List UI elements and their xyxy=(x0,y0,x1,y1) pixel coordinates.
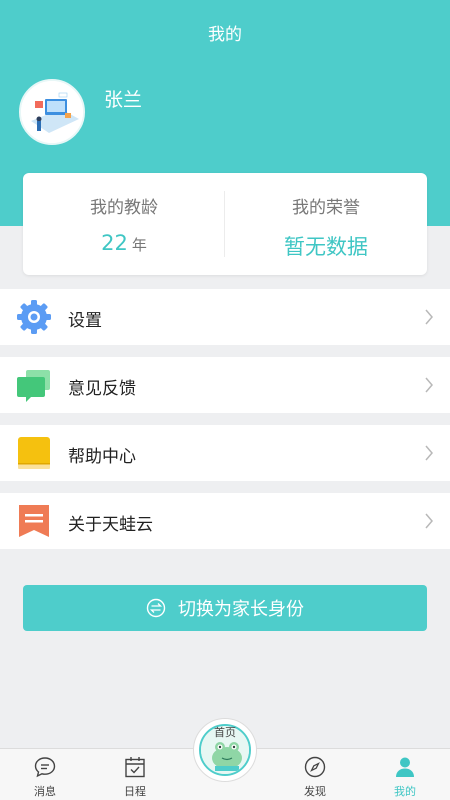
teaching-age-unit: 年 xyxy=(131,236,147,254)
teaching-age-value: 22 xyxy=(101,231,128,255)
teaching-age-label: 我的教龄 xyxy=(90,198,158,218)
honor-stat[interactable]: 我的荣誉 暂无数据 xyxy=(225,173,427,275)
tab-label-schedule: 日程 xyxy=(124,785,146,798)
menu-label-settings: 设置 xyxy=(68,311,102,331)
honor-label: 我的荣誉 xyxy=(292,198,360,218)
page-title: 我的 xyxy=(208,25,242,45)
stats-card: 我的教龄 22 年 我的荣誉 暂无数据 xyxy=(23,173,427,275)
message-icon xyxy=(34,757,56,778)
chevron-right-icon xyxy=(425,513,433,529)
user-icon xyxy=(396,757,414,777)
switch-button-label: 切换为家长身份 xyxy=(178,599,304,620)
tab-discover[interactable]: 发现 xyxy=(270,749,360,800)
tab-messages[interactable]: 消息 xyxy=(0,749,90,800)
calendar-icon xyxy=(125,757,145,778)
gear-icon xyxy=(17,300,51,334)
honor-value: 暂无数据 xyxy=(284,235,368,259)
tab-mine[interactable]: 我的 xyxy=(360,749,450,800)
menu-label-about: 关于天蛙云 xyxy=(68,515,153,535)
teaching-age-value-row: 22 年 xyxy=(23,231,225,255)
menu-label-feedback: 意见反馈 xyxy=(68,379,136,399)
chevron-right-icon xyxy=(425,377,433,393)
swap-icon xyxy=(146,598,166,618)
tab-label-messages: 消息 xyxy=(34,785,56,798)
tab-label-home: 首页 xyxy=(214,726,236,739)
menu-label-help: 帮助中心 xyxy=(68,447,136,467)
user-name: 张兰 xyxy=(104,89,143,111)
compass-icon xyxy=(304,756,326,778)
chevron-right-icon xyxy=(425,445,433,461)
menu-item-settings[interactable]: 设置 xyxy=(0,289,450,345)
switch-to-parent-button[interactable]: 切换为家长身份 xyxy=(23,585,427,631)
book-icon xyxy=(18,437,50,469)
chevron-right-icon xyxy=(425,309,433,325)
bookmark-icon xyxy=(19,505,49,537)
chat-icon xyxy=(17,370,50,402)
tab-schedule[interactable]: 日程 xyxy=(90,749,180,800)
tab-label-discover: 发现 xyxy=(304,785,326,798)
menu-item-about[interactable]: 关于天蛙云 xyxy=(0,493,450,549)
menu-item-feedback[interactable]: 意见反馈 xyxy=(0,357,450,413)
menu-item-help[interactable]: 帮助中心 xyxy=(0,425,450,481)
tab-label-mine: 我的 xyxy=(394,785,416,798)
teaching-age-stat[interactable]: 我的教龄 22 年 xyxy=(23,173,225,275)
avatar-illustration-icon xyxy=(21,81,83,143)
avatar[interactable] xyxy=(19,79,85,145)
